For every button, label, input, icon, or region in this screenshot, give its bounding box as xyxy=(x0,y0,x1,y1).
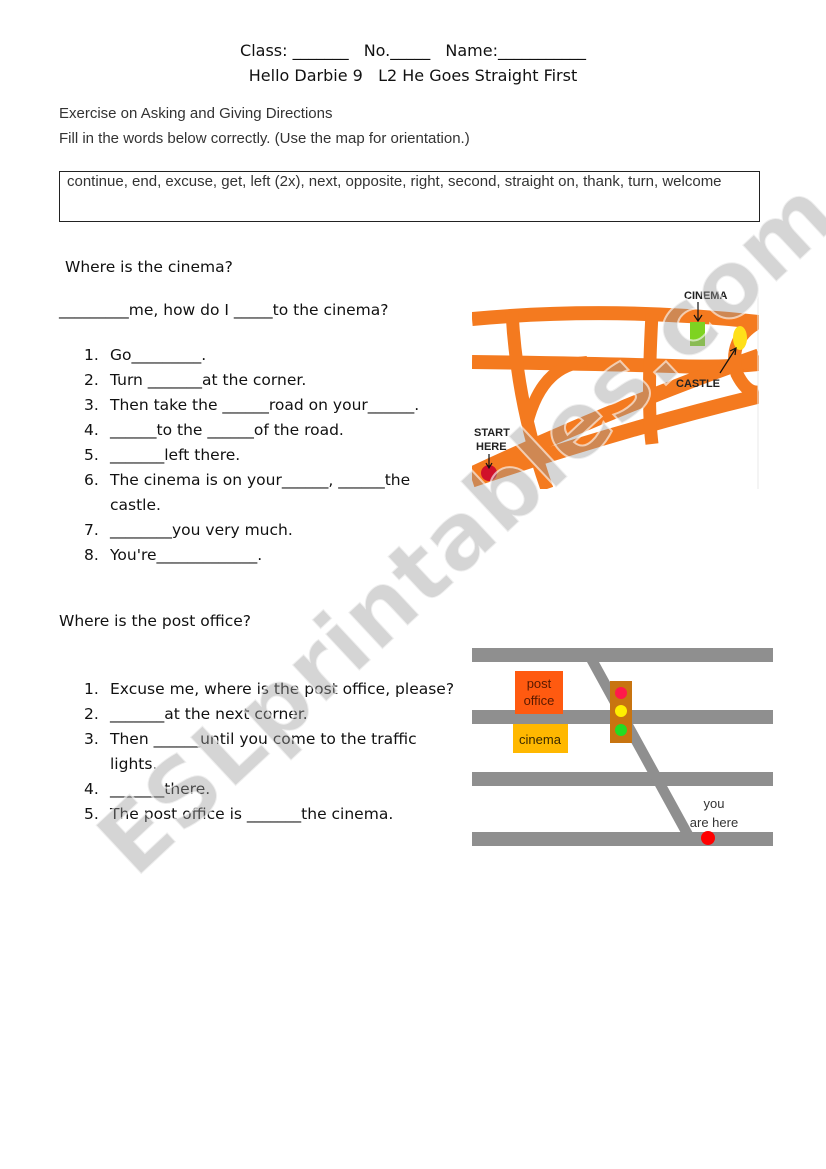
word-bank: continue, end, excuse, get, left (2x), n… xyxy=(59,171,760,222)
list-item: 3. Then ______until you come to the traff… xyxy=(84,727,464,777)
item-number: 2. xyxy=(84,705,99,723)
road xyxy=(472,648,773,662)
post-office-label-line1: post xyxy=(527,676,552,691)
item-text: _______there. xyxy=(110,780,211,798)
exercise-instruction: Fill in the words below correctly. (Use … xyxy=(59,130,470,147)
number-field[interactable]: No._____ xyxy=(364,41,431,60)
post-office-map: post office cinema you are here xyxy=(472,645,773,848)
item-number: 2. xyxy=(84,371,99,389)
item-number: 4. xyxy=(84,421,99,439)
item-text: You're_____________. xyxy=(110,546,263,564)
item-number: 5. xyxy=(84,446,99,464)
list-item: 1. Go_________. xyxy=(84,343,454,368)
item-number: 3. xyxy=(84,730,99,748)
post-office-label-line2: office xyxy=(524,693,555,708)
item-number: 7. xyxy=(84,521,99,539)
item-number: 4. xyxy=(84,780,99,798)
item-text: _______left there. xyxy=(110,446,241,464)
list-item: 5. The post office is _______the cinema. xyxy=(84,802,464,827)
cinema-map: CINEMA CASTLE START HERE xyxy=(472,284,759,489)
cinema-section-heading: Where is the cinema? xyxy=(65,258,233,276)
red-light xyxy=(615,687,627,699)
castle-label: CASTLE xyxy=(676,378,720,390)
item-number: 6. xyxy=(84,471,99,489)
post-office-exercise-list: 1. Excuse me, where is the post office, p… xyxy=(84,677,464,827)
start-label-line1: START xyxy=(474,427,510,439)
item-number: 1. xyxy=(84,346,99,364)
list-item: 4. ______to the ______of the road. xyxy=(84,418,454,443)
item-text: Go_________. xyxy=(110,346,207,364)
list-item: 7. ________you very much. xyxy=(84,518,454,543)
list-item: 2. _______at the next corner. xyxy=(84,702,464,727)
student-info-line: Class: _______ No._____ Name:___________ xyxy=(0,41,826,60)
item-text: The cinema is on your______, ______the c… xyxy=(110,471,411,514)
road xyxy=(472,832,773,846)
cinema-label: cinema xyxy=(519,732,562,747)
name-field[interactable]: Name:___________ xyxy=(445,41,586,60)
green-light xyxy=(615,724,627,736)
class-field[interactable]: Class: _______ xyxy=(240,41,349,60)
list-item: 6. The cinema is on your______, ______the… xyxy=(84,468,454,518)
cinema-label: CINEMA xyxy=(684,290,727,302)
item-text: ______to the ______of the road. xyxy=(110,421,344,439)
list-item: 4. _______there. xyxy=(84,777,464,802)
item-number: 8. xyxy=(84,546,99,564)
traffic-light-icon xyxy=(610,681,632,743)
list-item: 8. You're_____________. xyxy=(84,543,454,568)
cinema-marker xyxy=(690,322,705,346)
item-text: Excuse me, where is the post office, ple… xyxy=(110,680,455,698)
castle-marker xyxy=(733,326,747,350)
item-text: Turn _______at the corner. xyxy=(110,371,307,389)
you-are-here-line1: you xyxy=(704,796,725,811)
yellow-light xyxy=(615,705,627,717)
cinema-exercise-list: 1. Go_________. 2. Turn _______at the corn… xyxy=(84,343,454,568)
road xyxy=(643,313,659,445)
list-item: 2. Turn _______at the corner. xyxy=(84,368,454,393)
item-text: Then take the ______road on your______. xyxy=(110,396,420,414)
start-label-line2: HERE xyxy=(476,441,507,453)
list-item: 3. Then take the ______road on your______… xyxy=(84,393,454,418)
item-text: Then ______until you come to the traffic… xyxy=(110,730,417,773)
item-number: 1. xyxy=(84,680,99,698)
exercise-title: Exercise on Asking and Giving Directions xyxy=(59,105,333,122)
item-number: 3. xyxy=(84,396,99,414)
you-are-here-line2: are here xyxy=(690,815,738,830)
you-are-here-marker xyxy=(701,831,715,845)
list-item: 1. Excuse me, where is the post office, p… xyxy=(84,677,464,702)
item-text: ________you very much. xyxy=(110,521,293,539)
cinema-question: _________me, how do I _____to the cinema… xyxy=(59,301,389,319)
road xyxy=(472,772,773,786)
item-text: The post office is _______the cinema. xyxy=(110,805,394,823)
list-item: 5. _______left there. xyxy=(84,443,454,468)
worksheet-title: Hello Darbie 9 L2 He Goes Straight First xyxy=(248,66,578,85)
item-text: _______at the next corner. xyxy=(110,705,308,723)
item-number: 5. xyxy=(84,805,99,823)
post-office-section-heading: Where is the post office? xyxy=(59,612,252,630)
